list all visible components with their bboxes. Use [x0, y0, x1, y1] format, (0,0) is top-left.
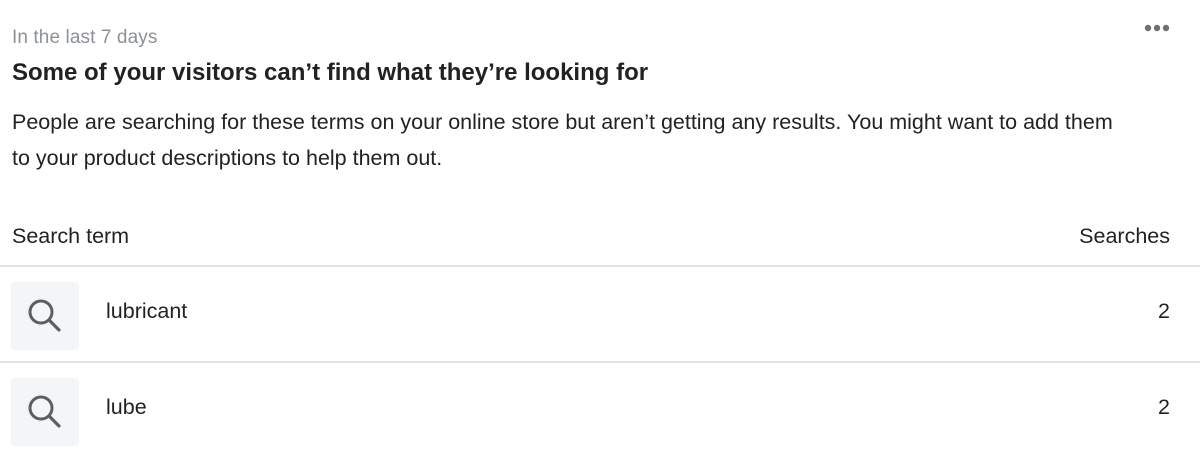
divider — [0, 361, 1200, 363]
search-term-thumbnail — [11, 282, 79, 350]
search-count: 2 — [1158, 395, 1170, 419]
table-row[interactable]: lube 2 — [0, 364, 1200, 446]
table-row[interactable]: lubricant 2 — [0, 268, 1200, 350]
column-header-searches: Searches — [1079, 223, 1170, 248]
search-insights-card: In the last 7 days Some of your visitors… — [0, 0, 1200, 456]
period-label: In the last 7 days — [12, 27, 158, 48]
card-description: People are searching for these terms on … — [12, 110, 1113, 170]
ellipsis-icon — [1144, 24, 1170, 32]
search-icon — [28, 299, 61, 332]
search-term-thumbnail — [11, 378, 79, 446]
search-term: lubricant — [106, 299, 188, 323]
search-icon — [28, 395, 61, 428]
more-actions-button[interactable] — [1142, 16, 1172, 40]
search-term: lube — [106, 395, 147, 419]
table-header: Search term Searches — [12, 219, 1170, 253]
search-count: 2 — [1158, 299, 1170, 323]
divider — [0, 265, 1200, 267]
card-title: Some of your visitors can’t find what th… — [12, 59, 649, 86]
column-header-search-term: Search term — [12, 223, 130, 248]
